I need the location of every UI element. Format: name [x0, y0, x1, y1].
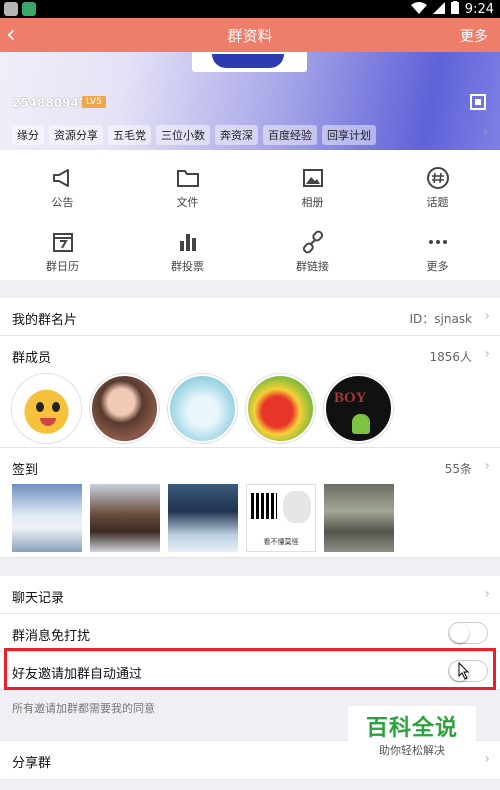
feature-label: 群链接 [296, 260, 329, 273]
avatar[interactable] [246, 374, 315, 443]
members-section[interactable]: 群成员 1856人 › BOY [0, 336, 500, 448]
checkin-photo[interactable] [90, 484, 160, 552]
watermark: 百科全说 助你轻松解决 [348, 706, 476, 766]
feature-label: 群日历 [46, 260, 79, 273]
auto-accept-note: 所有邀请加群都需要我的同意 [12, 702, 155, 715]
group-tag: 百度经验 [263, 125, 317, 145]
group-card-id: ID：sjnask [409, 312, 472, 326]
feature-label: 更多 [426, 260, 449, 273]
photo-album-icon [301, 166, 325, 190]
row-label: 群消息免打扰 [12, 629, 91, 644]
feature-grid: 公告 文件 相册 话题 群日历 群投票 群链接 更多 [0, 150, 500, 280]
watermark-title: 百科全说 [365, 716, 458, 741]
checkin-photos: 看不懂莫怪 [12, 484, 394, 552]
chevron-right-icon: › [484, 458, 490, 474]
member-avatars: BOY [12, 374, 393, 443]
group-tag: 三位小数 [156, 125, 210, 145]
feature-more[interactable]: 更多 [375, 230, 500, 274]
hashtag-icon [426, 166, 450, 190]
chevron-right-icon: › [484, 308, 490, 324]
feature-label: 文件 [176, 196, 199, 209]
feature-topics[interactable]: 话题 [375, 166, 500, 210]
watermark-subtitle: 助你轻松解决 [379, 744, 445, 757]
row-label: 签到 [12, 463, 39, 478]
chevron-right-icon: › [484, 751, 490, 767]
checkin-photo[interactable] [324, 484, 394, 552]
feature-label: 群投票 [171, 260, 204, 273]
row-label: 我的群名片 [12, 313, 78, 328]
megaphone-icon [51, 166, 75, 190]
chevron-right-icon: › [484, 346, 490, 362]
page-title: 群资料 [227, 27, 273, 45]
member-count: 1856人 [429, 350, 472, 364]
qr-code-icon[interactable] [470, 94, 486, 110]
avatar[interactable] [12, 374, 81, 443]
mouse-cursor-icon [458, 662, 470, 680]
meme-face-icon [283, 491, 311, 523]
feature-calendar[interactable]: 群日历 [0, 230, 125, 274]
feature-label: 相册 [301, 196, 324, 209]
link-icon [301, 230, 325, 254]
avatar[interactable] [168, 374, 237, 443]
row-label: 聊天记录 [12, 591, 65, 606]
avatar[interactable]: BOY [324, 374, 393, 443]
feature-link[interactable]: 群链接 [250, 230, 375, 274]
clock: 9:24 [464, 1, 494, 17]
feature-files[interactable]: 文件 [125, 166, 250, 210]
level-badge: LV5 [82, 96, 106, 108]
notification-icon [4, 2, 18, 16]
more-dots-icon [426, 230, 450, 254]
group-tag: 资源分享 [49, 125, 103, 145]
feature-vote[interactable]: 群投票 [125, 230, 250, 274]
chat-history-row[interactable]: 聊天记录 › [0, 576, 500, 614]
chevron-right-icon: › [484, 586, 490, 602]
group-tag: 回享计划 [322, 125, 376, 145]
nav-bar: ‹ 群资料 更多 [0, 18, 500, 52]
group-tag: 奔资深 [215, 125, 258, 145]
group-id: 254880947 [12, 96, 88, 110]
avatar[interactable] [90, 374, 159, 443]
calendar-icon [51, 230, 75, 254]
feature-label: 公告 [51, 196, 74, 209]
app-notification-icon [22, 2, 36, 16]
qr-code-icon [251, 493, 277, 519]
checkin-photo[interactable] [12, 484, 82, 552]
feature-label: 话题 [426, 196, 449, 209]
feature-album[interactable]: 相册 [250, 166, 375, 210]
checkin-section[interactable]: 签到 55条 › 看不懂莫怪 [0, 448, 500, 558]
checkin-count: 55条 [444, 462, 472, 476]
signal-icon [432, 1, 445, 17]
battery-icon [450, 1, 459, 17]
checkin-photo[interactable] [168, 484, 238, 552]
chevron-right-icon: › [482, 124, 488, 140]
folder-icon [176, 166, 200, 190]
group-tags[interactable]: 缘分 资源分享 五毛党 三位小数 奔资深 百度经验 回享计划 [12, 125, 376, 145]
mute-row: 群消息免打扰 [0, 614, 500, 652]
group-tag: 缘分 [12, 125, 44, 145]
feature-announcement[interactable]: 公告 [0, 166, 125, 210]
more-button[interactable]: 更多 [460, 26, 488, 46]
row-label: 分享群 [12, 756, 52, 771]
bar-chart-icon [176, 230, 200, 254]
group-avatar[interactable] [192, 52, 307, 72]
row-label: 群成员 [12, 351, 52, 366]
group-tag: 五毛党 [108, 125, 151, 145]
checkin-photo[interactable]: 看不懂莫怪 [246, 484, 316, 552]
my-group-card-row[interactable]: 我的群名片 ID：sjnask › [0, 298, 500, 336]
wifi-icon [410, 1, 427, 17]
mute-toggle[interactable] [448, 622, 488, 644]
photo-caption: 看不懂莫怪 [263, 538, 299, 546]
highlight-box [4, 648, 496, 690]
group-header: 254880947 LV5 缘分 资源分享 五毛党 三位小数 奔资深 百度经验 … [0, 52, 500, 150]
status-bar: 9:24 [0, 0, 500, 18]
